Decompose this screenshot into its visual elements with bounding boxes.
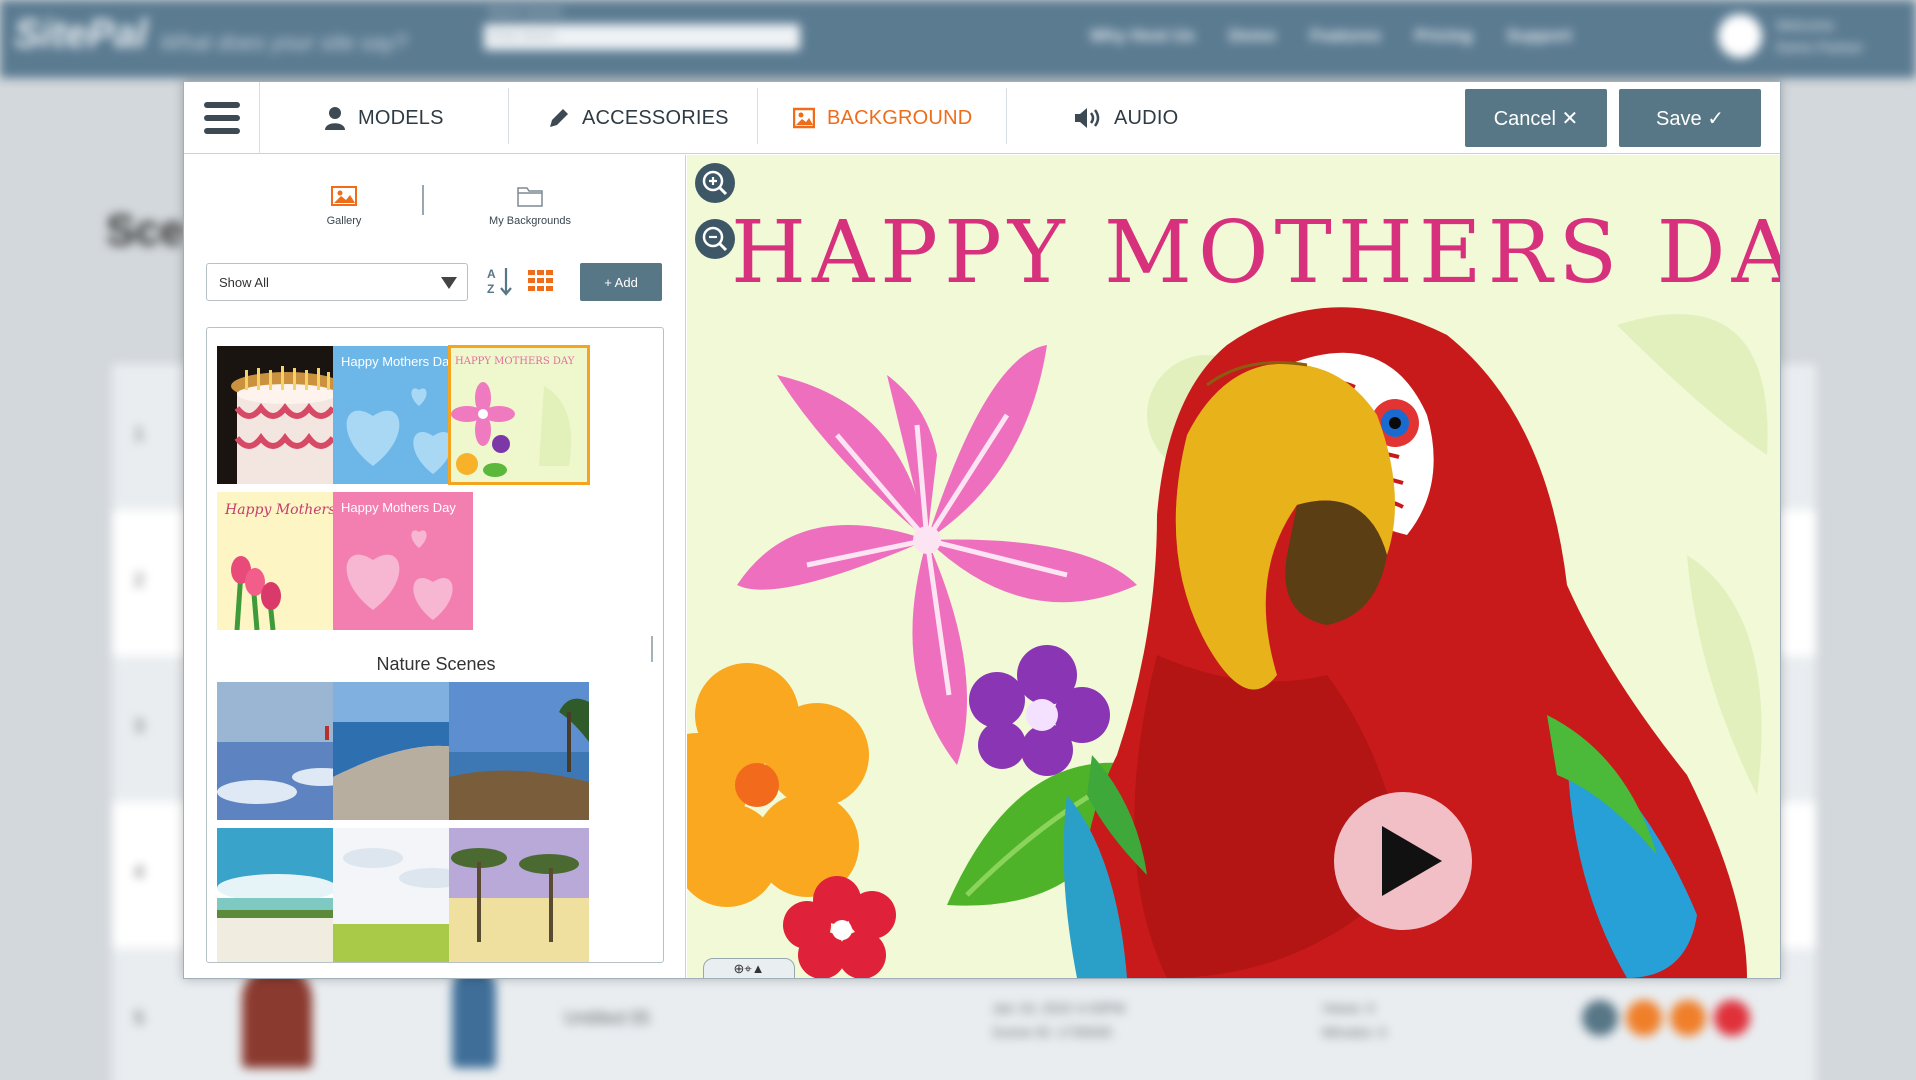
avatar[interactable] [1718, 14, 1762, 58]
image-icon [331, 186, 357, 206]
copy-button[interactable] [1670, 1000, 1706, 1036]
search-input[interactable]: Enter Search [484, 24, 800, 50]
background-gallery: Happy Mothers Day HAPPY MOTHERS DAY Happ… [206, 327, 664, 963]
tab-divider [508, 88, 509, 144]
zoom-in-icon [702, 170, 728, 196]
filter-select[interactable]: Show All [206, 263, 468, 301]
tab-label: AUDIO [1114, 106, 1179, 129]
scene-date: Jan 19, 2022 4:33PM Scene ID: 1735930 [992, 996, 1125, 1044]
scene-stats: Views: 0 Minutes: 0 [1322, 996, 1387, 1044]
person-icon [325, 107, 345, 130]
tab-label: MODELS [358, 106, 444, 129]
cancel-button[interactable]: Cancel ✕ [1465, 89, 1607, 147]
svg-text:A: A [487, 267, 496, 281]
scene-preview: HAPPY MOTHERS DAY ⊕⌖▲ [687, 155, 1780, 978]
row-number: 5 [134, 1008, 145, 1028]
site-nav: Why Host Us Demo Features Pricing Suppor… [1090, 26, 1572, 46]
scene-minutes: Minutes: 0 [1322, 1024, 1387, 1040]
scene-id-line: Scene ID: 1735930 [992, 1024, 1112, 1040]
tab-label: ACCESSORIES [582, 106, 729, 129]
tab-label: BACKGROUND [827, 106, 973, 129]
play-button[interactable] [1334, 792, 1472, 930]
user-name: Demo Partner [1776, 39, 1864, 55]
nav-item[interactable]: Support [1507, 26, 1572, 46]
flowers-image: HAPPY MOTHERS DAY [449, 346, 589, 484]
sort-az-icon: AZ [487, 267, 512, 296]
zoom-in-button[interactable] [695, 163, 735, 203]
tab-my-backgrounds-label: My Backgrounds [489, 215, 571, 227]
nav-item[interactable]: Pricing [1415, 26, 1473, 46]
nav-item[interactable]: Demo [1229, 26, 1276, 46]
preview-title-text: HAPPY MOTHERS DAY [731, 203, 1780, 303]
site-logo[interactable]: SitePal [14, 12, 147, 57]
position-controls[interactable]: ⊕⌖▲ [703, 958, 795, 978]
coast-image [449, 682, 589, 820]
row-number: 1 [134, 424, 145, 444]
user-info: Welcome Demo Partner [1776, 14, 1863, 58]
site-header: SitePal What does your site say? Search … [0, 0, 1916, 78]
pencil-icon [550, 109, 568, 127]
background-thumbnail-palm-beach[interactable] [449, 828, 589, 962]
hamburger-menu-button[interactable] [184, 82, 260, 154]
scene-views: Views: 0 [1322, 1000, 1375, 1016]
info-button[interactable] [1582, 1000, 1618, 1036]
zoom-out-button[interactable] [695, 219, 735, 259]
menu-bar [203, 128, 240, 134]
background-panel: Gallery My Backgrounds Show All AZ + Add [184, 155, 686, 978]
tab-accessories[interactable]: ACCESSORIES [548, 82, 729, 154]
sort-button[interactable]: AZ [486, 265, 514, 299]
scene-editor-modal: MODELS ACCESSORIES BACKGROUND AUDIO Canc… [183, 81, 1781, 979]
svg-text:Happy Mothers Day: Happy Mothers Day [341, 500, 456, 515]
row-number: 4 [134, 862, 145, 882]
palm-beach-image [449, 828, 589, 962]
model-thumbnail [452, 968, 496, 1068]
svg-text:HAPPY MOTHERS DAY: HAPPY MOTHERS DAY [455, 356, 575, 367]
menu-bar [203, 115, 240, 121]
background-thumbnail-coast-palms[interactable] [449, 682, 589, 820]
tab-gallery[interactable]: Gallery [284, 185, 404, 227]
nav-item[interactable]: Why Host Us [1090, 26, 1195, 46]
edit-button[interactable] [1626, 1000, 1662, 1036]
model-thumbnail [242, 968, 312, 1068]
search-label: Search Scenes [488, 6, 563, 18]
tab-models[interactable]: MODELS [324, 82, 444, 154]
zoom-out-icon [702, 226, 728, 252]
tab-divider [1006, 88, 1007, 144]
save-button[interactable]: Save ✓ [1619, 89, 1761, 147]
pink-hearts-image: Happy Mothers Day [333, 492, 473, 630]
speaker-icon [1075, 108, 1100, 128]
svg-text:Happy Mothers Day: Happy Mothers Day [341, 354, 456, 369]
grid-icon [528, 270, 553, 291]
chevron-down-icon [441, 277, 457, 289]
row-number: 2 [134, 570, 145, 590]
scene-date-line: Jan 19, 2022 4:33PM [992, 1000, 1126, 1016]
tab-background[interactable]: BACKGROUND [793, 82, 972, 154]
nav-item[interactable]: Features [1310, 26, 1381, 46]
search-placeholder: Enter Search [492, 30, 557, 42]
user-greeting: Welcome [1776, 17, 1835, 33]
play-icon [1382, 826, 1442, 896]
page-title: Sce [106, 206, 185, 255]
tab-audio[interactable]: AUDIO [1074, 82, 1178, 154]
tab-divider [757, 88, 758, 144]
grid-view-button[interactable] [526, 267, 554, 295]
menu-bar [203, 102, 240, 108]
svg-text:Z: Z [487, 282, 494, 296]
add-background-button[interactable]: + Add [580, 263, 662, 301]
section-title: Nature Scenes [376, 654, 496, 674]
site-tagline: What does your site say? [160, 30, 408, 55]
image-icon [793, 107, 815, 129]
delete-button[interactable] [1714, 1000, 1750, 1036]
tab-my-backgrounds[interactable]: My Backgrounds [470, 185, 590, 227]
background-thumbnail-pink-hearts[interactable]: Happy Mothers Day [333, 492, 473, 630]
tab-gallery-label: Gallery [326, 215, 362, 227]
row-number: 3 [134, 716, 145, 736]
folder-icon [517, 187, 543, 207]
scene-name[interactable]: Untitled 05 [564, 1008, 650, 1029]
filter-value: Show All [219, 275, 269, 290]
editor-toolbar: MODELS ACCESSORIES BACKGROUND AUDIO Canc… [184, 82, 1780, 154]
background-thumbnail-mothers-day-flowers[interactable]: HAPPY MOTHERS DAY [448, 345, 590, 485]
tab-divider [422, 185, 424, 215]
